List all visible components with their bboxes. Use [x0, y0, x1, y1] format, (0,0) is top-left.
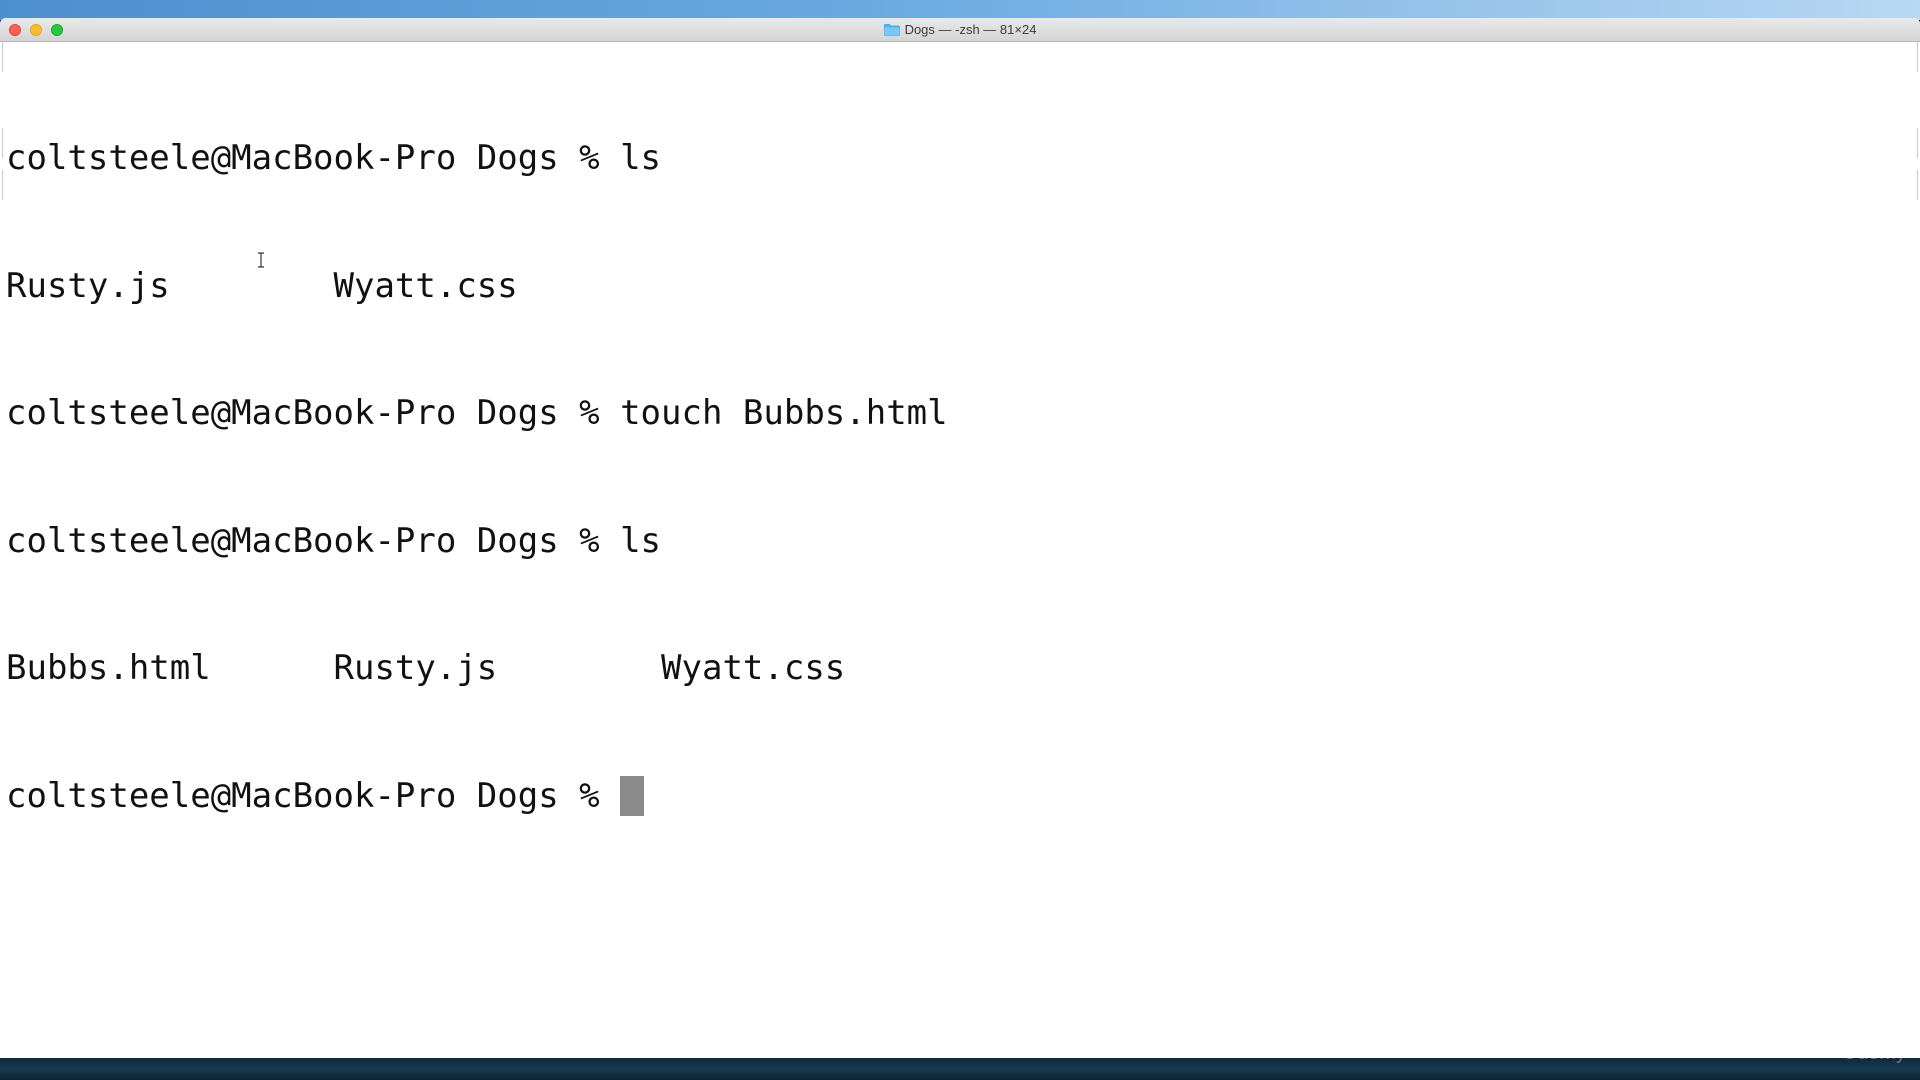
watermark: Udemy — [1842, 1042, 1906, 1064]
desktop-wallpaper-top — [0, 0, 1920, 20]
terminal-prompt: coltsteele@MacBook-Pro Dogs % — [6, 775, 621, 816]
desktop-wallpaper-bottom — [0, 1058, 1920, 1080]
terminal-prompt-line[interactable]: coltsteele@MacBook-Pro Dogs % — [6, 775, 1920, 818]
window-title-text: Dogs — -zsh — 81×24 — [904, 22, 1037, 37]
scroll-margin-mark — [2, 42, 3, 72]
terminal-output[interactable]: coltsteele@MacBook-Pro Dogs % ls Rusty.j… — [6, 52, 1920, 1058]
terminal-line: coltsteele@MacBook-Pro Dogs % ls — [6, 520, 662, 561]
title-bar[interactable]: Dogs — -zsh — 81×24 — [0, 18, 1920, 42]
terminal-line: coltsteele@MacBook-Pro Dogs % touch Bubb… — [6, 393, 948, 433]
ibeam-cursor-icon — [258, 252, 264, 268]
scroll-margin-mark — [2, 170, 3, 200]
terminal-window[interactable]: Dogs — -zsh — 81×24 coltsteele@MacBook-P… — [0, 18, 1920, 1058]
folder-icon — [883, 23, 900, 36]
terminal-line: coltsteele@MacBook-Pro Dogs % ls — [6, 138, 662, 178]
window-title: Dogs — -zsh — 81×24 — [0, 18, 1920, 41]
text-cursor — [620, 775, 645, 816]
terminal-line: Bubbs.html Rusty.js Wyatt.css — [6, 648, 846, 688]
terminal-line: Rusty.js Wyatt.css — [6, 265, 518, 306]
scroll-margin-mark — [2, 128, 3, 158]
